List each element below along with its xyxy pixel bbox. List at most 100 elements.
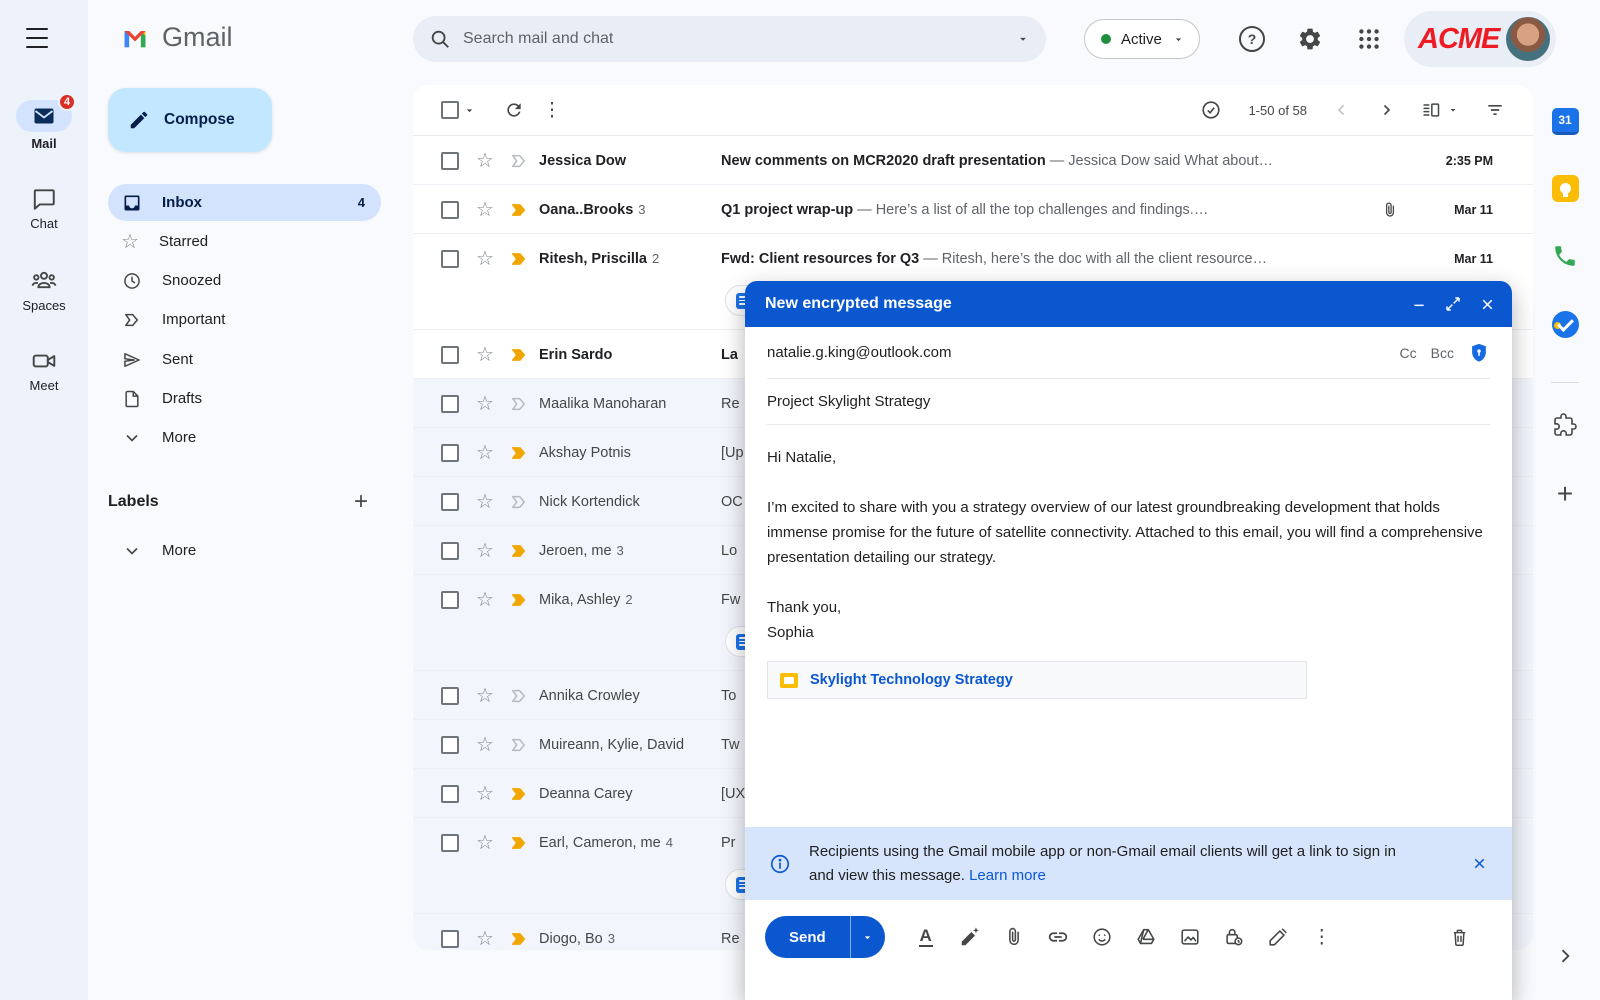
star-icon[interactable]: ☆ xyxy=(475,929,495,949)
star-icon[interactable]: ☆ xyxy=(475,345,495,365)
status-selector[interactable]: Active xyxy=(1084,19,1200,59)
row-checkbox[interactable] xyxy=(441,346,459,364)
row-checkbox[interactable] xyxy=(441,785,459,803)
row-checkbox[interactable] xyxy=(441,591,459,609)
send-button[interactable]: Send xyxy=(765,916,851,958)
importance-marker[interactable] xyxy=(509,492,529,512)
compose-header[interactable]: New encrypted message xyxy=(745,281,1512,327)
help-me-write-button[interactable] xyxy=(949,916,991,958)
main-menu-icon[interactable] xyxy=(26,28,48,48)
insert-photo-button[interactable] xyxy=(1169,916,1211,958)
attachment-card[interactable]: Skylight Technology Strategy xyxy=(767,661,1307,699)
calendar-panel-button[interactable]: 31 xyxy=(1548,108,1582,135)
get-addons-button[interactable]: + xyxy=(1548,478,1582,510)
addons-button[interactable] xyxy=(1548,413,1582,437)
rail-item-mail[interactable]: 4 Mail xyxy=(0,100,88,151)
star-icon[interactable]: ☆ xyxy=(475,590,495,610)
star-icon[interactable]: ☆ xyxy=(475,686,495,706)
sidebar-item-drafts[interactable]: Drafts xyxy=(108,380,381,417)
subject-field[interactable]: Project Skylight Strategy xyxy=(767,379,1490,425)
row-checkbox[interactable] xyxy=(441,687,459,705)
star-icon[interactable]: ☆ xyxy=(475,541,495,561)
importance-marker[interactable] xyxy=(509,345,529,365)
user-avatar[interactable] xyxy=(1506,17,1550,61)
importance-marker[interactable] xyxy=(509,200,529,220)
sidebar-item-snoozed[interactable]: Snoozed xyxy=(108,262,381,299)
row-checkbox[interactable] xyxy=(441,250,459,268)
discard-draft-button[interactable] xyxy=(1438,916,1480,958)
email-row[interactable]: ☆ Jessica Dow New comments on MCR2020 dr… xyxy=(413,136,1533,185)
row-checkbox[interactable] xyxy=(441,930,459,948)
row-checkbox[interactable] xyxy=(441,152,459,170)
importance-marker[interactable] xyxy=(509,443,529,463)
compose-more-options-button[interactable]: ⋮ xyxy=(1301,916,1343,958)
sidebar-labels-more[interactable]: More xyxy=(108,532,381,569)
select-all-checkbox[interactable] xyxy=(441,101,459,119)
star-icon[interactable]: ☆ xyxy=(475,735,495,755)
apps-grid-button[interactable] xyxy=(1356,26,1382,52)
sidebar-item-inbox[interactable]: Inbox 4 xyxy=(108,184,381,221)
select-mode-icon[interactable] xyxy=(1200,99,1222,121)
body-signature[interactable]: Sophia xyxy=(767,620,1490,645)
row-checkbox[interactable] xyxy=(441,542,459,560)
attach-file-button[interactable] xyxy=(993,916,1035,958)
insert-from-drive-button[interactable] xyxy=(1125,916,1167,958)
star-icon[interactable]: ☆ xyxy=(475,249,495,269)
pop-out-icon[interactable] xyxy=(1445,296,1461,312)
importance-marker[interactable] xyxy=(509,735,529,755)
star-icon[interactable]: ☆ xyxy=(475,443,495,463)
search-input[interactable] xyxy=(463,30,1004,48)
search-bar[interactable] xyxy=(413,16,1046,62)
page-prev-icon[interactable] xyxy=(1333,101,1351,119)
row-checkbox[interactable] xyxy=(441,201,459,219)
rail-item-meet[interactable]: Meet xyxy=(0,348,88,393)
bcc-button[interactable]: Bcc xyxy=(1431,345,1454,361)
row-checkbox[interactable] xyxy=(441,736,459,754)
banner-close-icon[interactable] xyxy=(1471,855,1488,872)
add-label-button[interactable]: + xyxy=(354,488,368,516)
star-icon[interactable]: ☆ xyxy=(475,784,495,804)
row-checkbox[interactable] xyxy=(441,444,459,462)
importance-marker[interactable] xyxy=(509,249,529,269)
importance-marker[interactable] xyxy=(509,394,529,414)
learn-more-link[interactable]: Learn more xyxy=(969,867,1046,884)
sidebar-item-sent[interactable]: Sent xyxy=(108,341,381,378)
sidebar-item-important[interactable]: Important xyxy=(108,301,381,338)
side-panel-collapse-button[interactable] xyxy=(1548,946,1582,966)
star-icon[interactable]: ☆ xyxy=(475,394,495,414)
rail-item-spaces[interactable]: Spaces xyxy=(0,266,88,313)
minimize-icon[interactable] xyxy=(1411,296,1427,312)
compose-button[interactable]: Compose xyxy=(108,88,272,152)
recipients-row[interactable]: natalie.g.king@outlook.com Cc Bcc xyxy=(767,327,1490,379)
settings-button[interactable] xyxy=(1297,26,1323,52)
tasks-panel-button[interactable] xyxy=(1548,311,1582,338)
importance-marker[interactable] xyxy=(509,833,529,853)
importance-marker[interactable] xyxy=(509,929,529,949)
help-button[interactable]: ? xyxy=(1239,26,1265,52)
cc-button[interactable]: Cc xyxy=(1400,345,1417,361)
select-chevron-icon[interactable] xyxy=(463,104,476,117)
filter-icon[interactable] xyxy=(1485,100,1505,120)
body-paragraph[interactable]: I’m excited to share with you a strategy… xyxy=(767,495,1490,570)
body-greeting[interactable]: Hi Natalie, xyxy=(767,445,1490,470)
importance-marker[interactable] xyxy=(509,784,529,804)
send-options-button[interactable] xyxy=(851,916,885,958)
importance-marker[interactable] xyxy=(509,590,529,610)
body-closing[interactable]: Thank you, xyxy=(767,595,1490,620)
confidential-mode-button[interactable] xyxy=(1213,916,1255,958)
recipient-value[interactable]: natalie.g.king@outlook.com xyxy=(767,344,952,361)
encryption-shield-icon[interactable] xyxy=(1468,342,1490,364)
close-icon[interactable] xyxy=(1479,296,1496,313)
formatting-options-button[interactable]: A xyxy=(905,916,947,958)
split-pane-toggle[interactable] xyxy=(1421,100,1459,120)
row-checkbox[interactable] xyxy=(441,395,459,413)
list-more-button[interactable]: ⋮ xyxy=(534,99,570,122)
row-checkbox[interactable] xyxy=(441,834,459,852)
mail-pill[interactable]: 4 xyxy=(16,100,72,132)
insert-link-button[interactable] xyxy=(1037,916,1079,958)
star-icon[interactable]: ☆ xyxy=(475,492,495,512)
importance-marker[interactable] xyxy=(509,151,529,171)
importance-marker[interactable] xyxy=(509,541,529,561)
row-checkbox[interactable] xyxy=(441,493,459,511)
page-next-icon[interactable] xyxy=(1377,101,1395,119)
